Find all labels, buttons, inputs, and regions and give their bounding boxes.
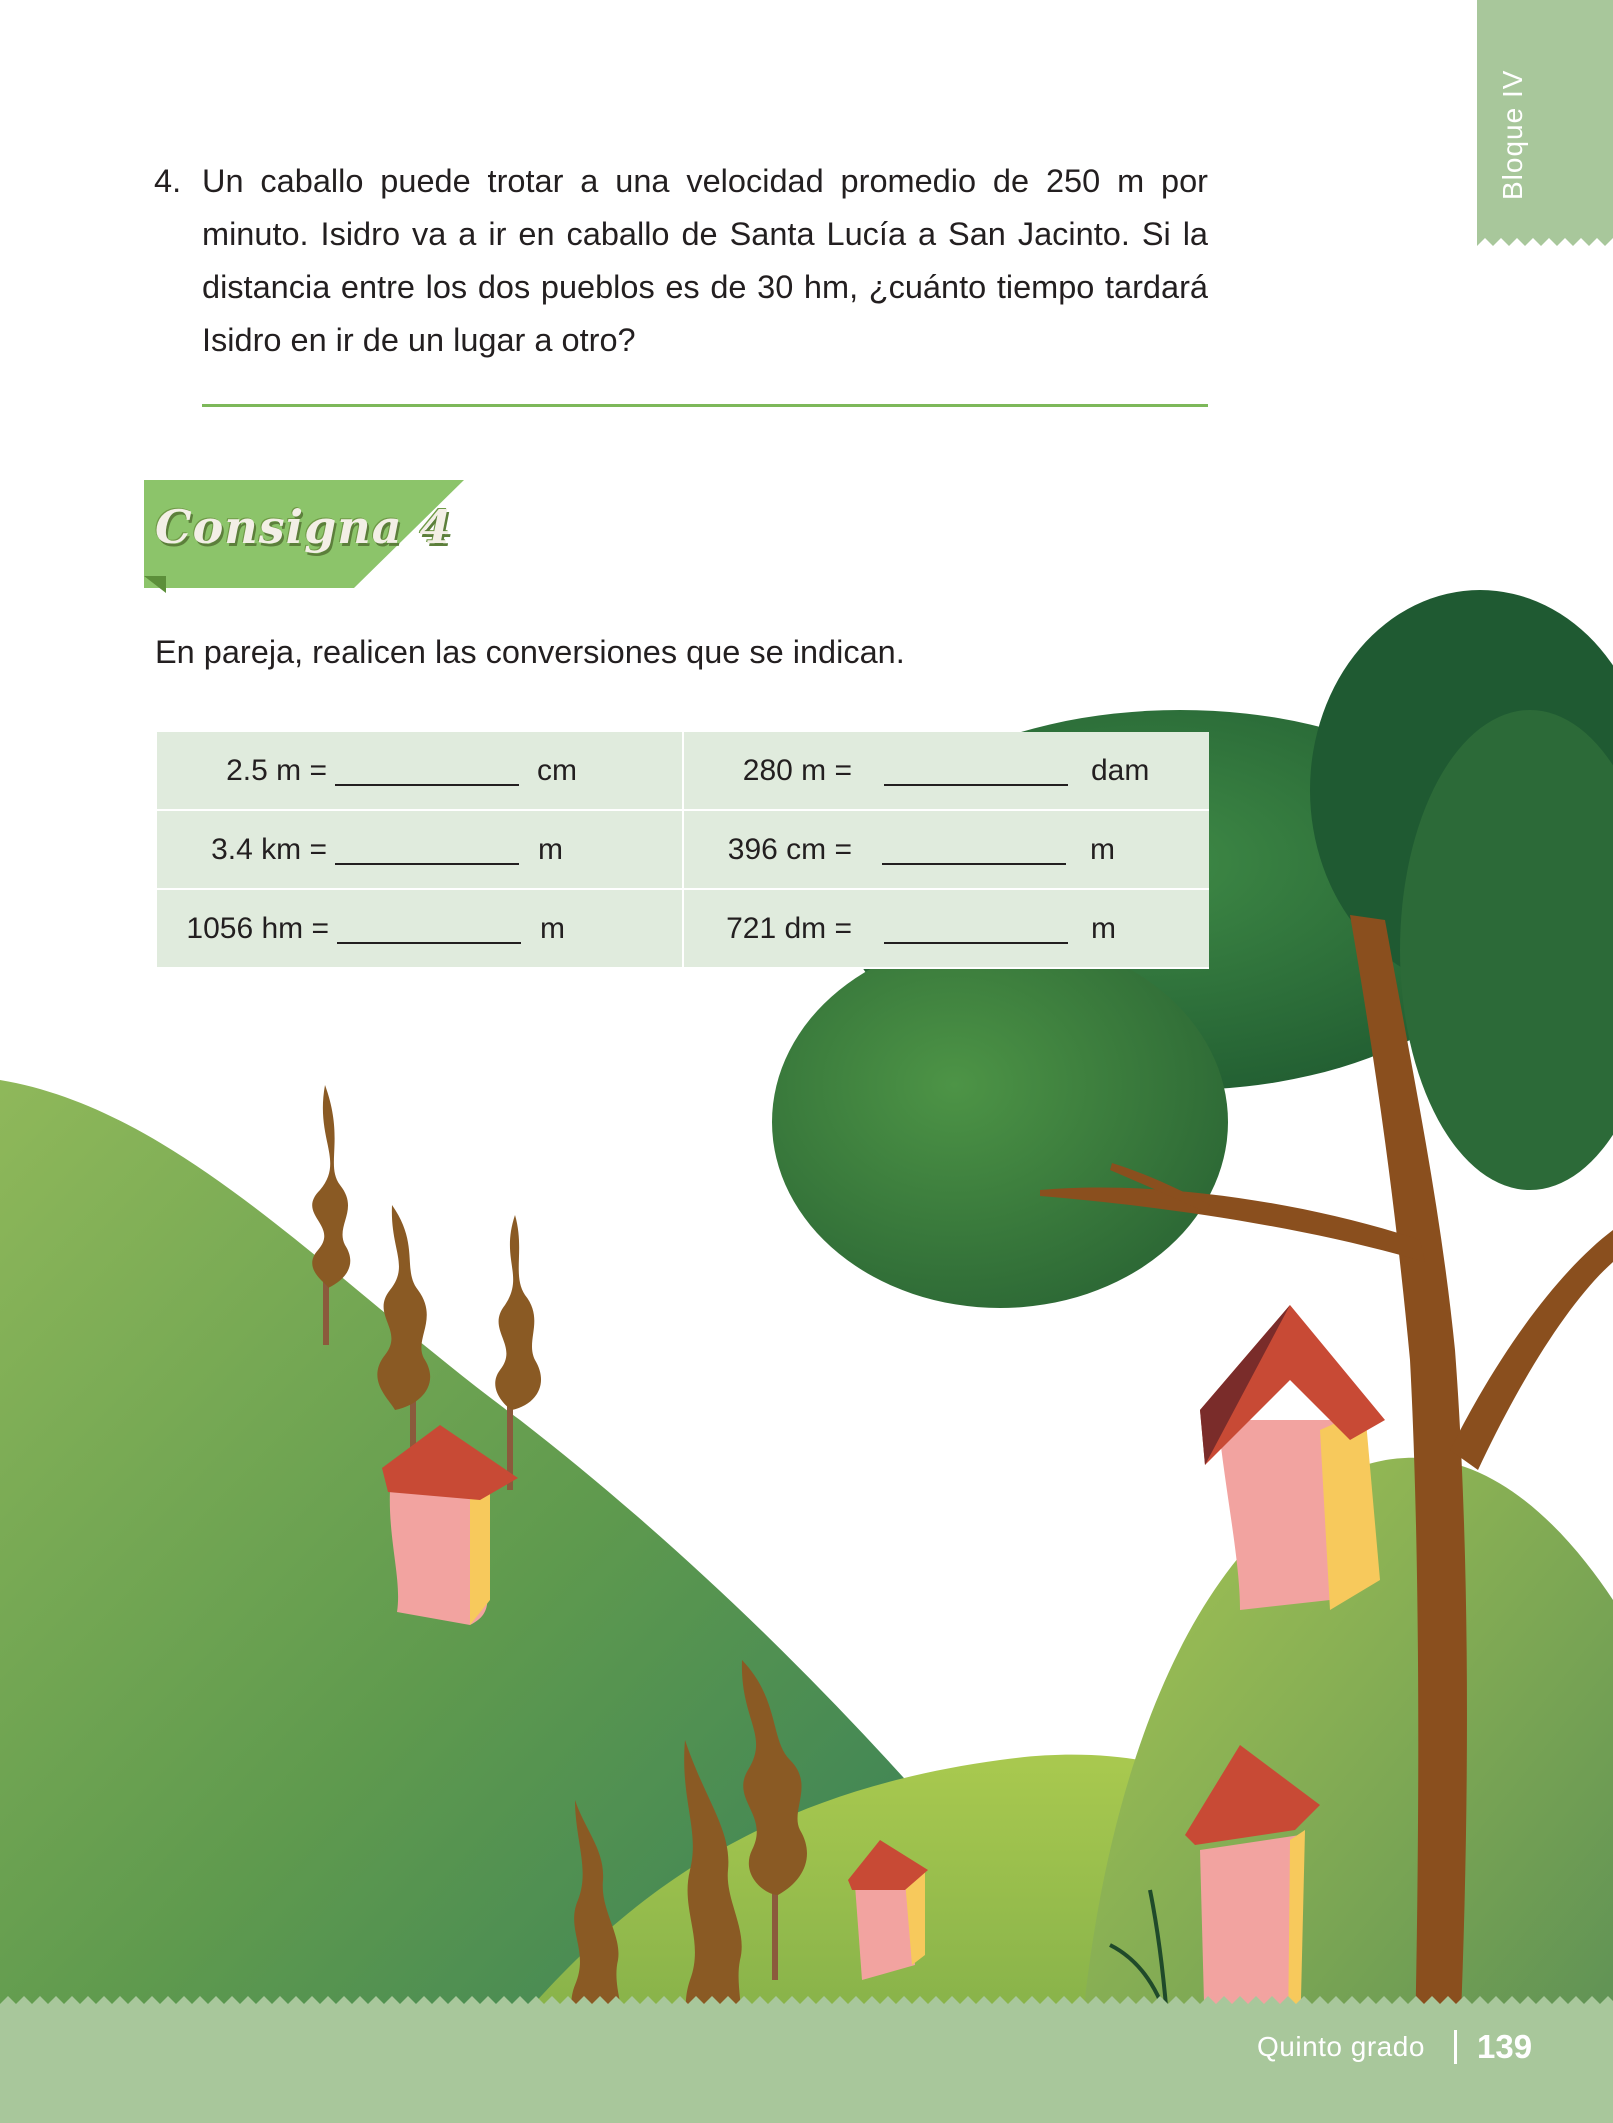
conversion-unit: dam <box>1091 754 1150 787</box>
conversion-cell: 280 m = dam <box>684 732 1209 809</box>
conversion-unit: cm <box>537 754 577 787</box>
conversion-cell: 721 dm = m <box>684 890 1209 967</box>
answer-line[interactable] <box>202 404 1208 407</box>
problem-text: Un caballo puede trotar a una velocidad … <box>202 163 1208 358</box>
bloque-label: Bloque IV <box>1497 69 1528 200</box>
conversion-expression: 1056 hm = <box>186 912 329 945</box>
instruction-text: En pareja, realicen las conversiones que… <box>155 634 905 670</box>
consigna-title: Consigna 4 <box>155 500 453 554</box>
conversion-cell: 396 cm = m <box>684 811 1209 888</box>
conversion-table: 2.5 m = cm 280 m = dam 3.4 km = m 396 cm… <box>157 732 1209 969</box>
conversion-expression: 280 m = <box>742 754 852 787</box>
conversion-unit: m <box>538 833 563 866</box>
conversion-expression: 396 cm = <box>727 833 852 866</box>
footer-zigzag-edge <box>0 1996 1613 2012</box>
problem-number: 4. <box>154 163 182 199</box>
answer-blank[interactable] <box>884 942 1068 944</box>
answer-blank[interactable] <box>335 863 519 865</box>
answer-blank[interactable] <box>884 784 1068 786</box>
conversion-cell: 1056 hm = m <box>157 890 682 967</box>
answer-blank[interactable] <box>335 784 519 786</box>
conversion-unit: m <box>1091 912 1116 945</box>
conversion-expression: 721 dm = <box>726 912 852 945</box>
footer-separator <box>1454 2030 1457 2064</box>
footer-band <box>0 1996 1613 2123</box>
conversion-expression: 3.4 km = <box>211 833 327 866</box>
conversion-cell: 2.5 m = cm <box>157 732 682 809</box>
footer-grade: Quinto grado <box>1257 2031 1425 2062</box>
tab-zigzag-edge <box>1477 230 1613 246</box>
page-number: 139 <box>1477 2028 1533 2065</box>
answer-blank[interactable] <box>882 863 1066 865</box>
answer-blank[interactable] <box>337 942 521 944</box>
conversion-unit: m <box>540 912 565 945</box>
conversion-unit: m <box>1090 833 1115 866</box>
conversion-cell: 3.4 km = m <box>157 811 682 888</box>
conversion-expression: 2.5 m = <box>226 754 327 787</box>
